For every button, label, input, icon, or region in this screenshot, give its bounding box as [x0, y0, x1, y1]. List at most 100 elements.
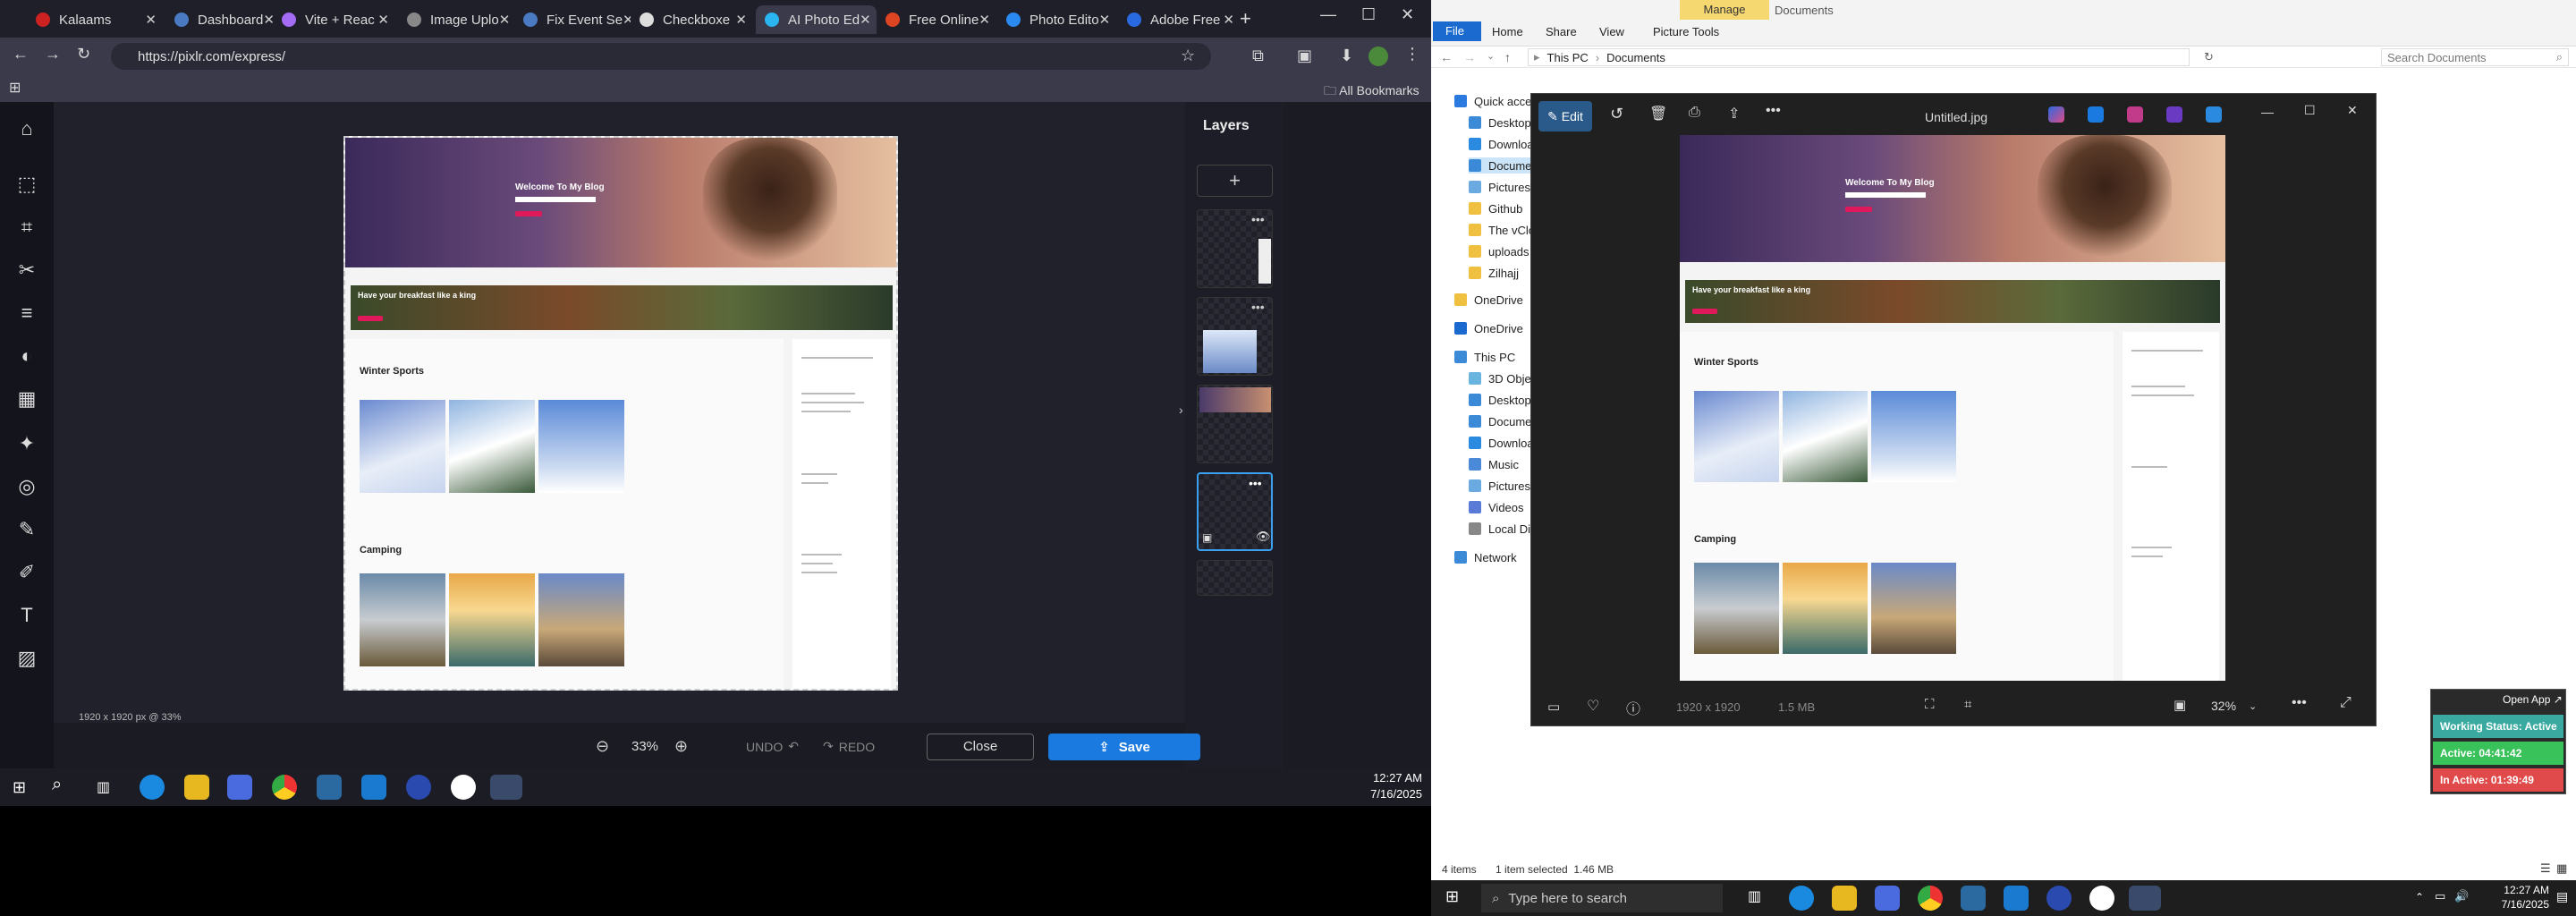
file-explorer-icon[interactable]: [184, 775, 209, 800]
edge-icon[interactable]: [1789, 886, 1814, 911]
layer-more-icon[interactable]: •••: [1251, 300, 1265, 314]
close-button[interactable]: Close: [927, 734, 1034, 760]
tab-checkboxes[interactable]: Checkboxe ✕: [631, 5, 756, 34]
apps-grid-icon[interactable]: ⊞: [9, 79, 21, 97]
tab-kalaams[interactable]: Kalaams ✕: [27, 5, 165, 34]
clipchamp-icon[interactable]: [2127, 106, 2143, 123]
more-options-icon[interactable]: •••: [1766, 103, 1781, 119]
pixlr-taskbar-icon[interactable]: [2129, 886, 2161, 911]
app-icon[interactable]: [2206, 106, 2222, 123]
canvas-image[interactable]: Welcome To My Blog Have your breakfast l…: [343, 136, 898, 691]
tab-fix-event[interactable]: Fix Event Se ✕: [514, 5, 631, 34]
app-icon[interactable]: [1961, 886, 1986, 911]
adjust-tool-icon[interactable]: ≡: [14, 301, 39, 326]
close-icon[interactable]: ✕: [263, 12, 273, 28]
tab-photo-editor[interactable]: Photo Edito ✕: [997, 5, 1118, 34]
volume-icon[interactable]: 🔊: [2454, 889, 2469, 903]
close-icon[interactable]: ✕: [377, 12, 389, 28]
maximize-icon[interactable]: ☐: [1361, 5, 1376, 24]
tray-chevron-icon[interactable]: ⌃: [2415, 891, 2424, 903]
nav-item[interactable]: Zilhajj: [1469, 265, 1519, 281]
tab-ai-photo-editor[interactable]: AI Photo Ed ✕: [756, 5, 877, 34]
file-explorer-icon[interactable]: [1832, 886, 1857, 911]
forward-icon[interactable]: →: [45, 45, 61, 64]
close-icon[interactable]: ✕: [623, 12, 631, 28]
open-app-link[interactable]: Open App ↗: [2503, 693, 2563, 706]
details-view-icon[interactable]: ☰: [2540, 861, 2551, 876]
nav-item[interactable]: Network: [1454, 549, 1517, 565]
add-layer-button[interactable]: +: [1197, 165, 1273, 197]
arrange-tool-icon[interactable]: ⬚: [14, 172, 39, 197]
large-icons-view-icon[interactable]: ▦: [2556, 861, 2567, 876]
breadcrumb-documents[interactable]: Documents: [1606, 51, 1665, 64]
designer-icon[interactable]: [2088, 106, 2104, 123]
app-icon[interactable]: [2166, 106, 2182, 123]
zoom-out-icon[interactable]: ⊖: [596, 737, 609, 756]
rotate-icon[interactable]: ↺: [1610, 105, 1623, 123]
collapse-panel-icon[interactable]: ›: [1179, 403, 1183, 417]
refresh-icon[interactable]: ↻: [2204, 50, 2214, 64]
tab-image-upload[interactable]: Image Uplo ✕: [398, 5, 514, 34]
bookmark-star-icon[interactable]: ☆: [1181, 47, 1195, 65]
nav-item[interactable]: OneDrive: [1454, 292, 1523, 308]
close-icon[interactable]: ✕: [1223, 12, 1234, 28]
layer-thumb-selected[interactable]: ••• ▣ 👁: [1197, 472, 1273, 551]
effect-tool-icon[interactable]: ▦: [14, 386, 39, 411]
back-icon[interactable]: ←: [1440, 50, 1453, 64]
windows-start-icon[interactable]: ⊞: [1445, 887, 1459, 906]
crop-tool-icon[interactable]: ⌗: [14, 215, 39, 240]
nav-item[interactable]: Desktop: [1469, 114, 1531, 131]
nav-item[interactable]: Github: [1469, 200, 1522, 216]
tab-dashboard[interactable]: Dashboard ✕: [165, 5, 273, 34]
tab-vite[interactable]: Vite + Reac ✕: [273, 5, 398, 34]
text-tool-icon[interactable]: T: [14, 603, 39, 628]
layer-thumb[interactable]: [1197, 385, 1273, 463]
zoom-dropdown[interactable]: 32% ⌄: [2211, 699, 2257, 713]
ribbon-tab-view[interactable]: View: [1599, 25, 1624, 38]
nav-item[interactable]: Music: [1469, 456, 1519, 472]
layer-more-icon[interactable]: •••: [1251, 212, 1265, 226]
recent-chevron-icon[interactable]: ⌄: [1487, 50, 1495, 62]
nav-item[interactable]: Videos: [1469, 499, 1524, 515]
taskbar-search-box[interactable]: ⌕ Type here to search: [1481, 884, 1723, 912]
zoom-app-icon[interactable]: [406, 775, 431, 800]
ribbon-tab-file[interactable]: File: [1433, 21, 1481, 41]
app-icon[interactable]: [317, 775, 342, 800]
extensions-icon[interactable]: ⧉: [1252, 47, 1264, 65]
close-window-icon[interactable]: ✕: [1401, 5, 1414, 24]
task-view-icon[interactable]: ▥: [97, 778, 110, 796]
app-icon[interactable]: [451, 775, 476, 800]
save-button[interactable]: ⇪ Save: [1048, 734, 1200, 760]
windows-start-icon[interactable]: ⊞: [13, 778, 26, 797]
nav-item[interactable]: This PC: [1454, 349, 1515, 365]
copilot-icon[interactable]: [2048, 106, 2064, 123]
tab-free-online[interactable]: Free Online ✕: [877, 5, 997, 34]
back-icon[interactable]: ←: [13, 45, 29, 64]
zoom-in-icon[interactable]: ⊕: [674, 737, 688, 756]
chrome-icon[interactable]: [1918, 886, 1943, 911]
search-icon[interactable]: ⌕: [52, 775, 62, 795]
close-icon[interactable]: ✕: [860, 12, 871, 28]
app-icon[interactable]: [2089, 886, 2114, 911]
crop-icon[interactable]: ⌗: [1964, 697, 1971, 712]
liquify-tool-icon[interactable]: ◎: [14, 474, 39, 499]
up-icon[interactable]: ↑: [1504, 50, 1511, 64]
focus-icon[interactable]: ⛶: [1925, 697, 1935, 712]
profile-avatar[interactable]: [1368, 47, 1388, 66]
print-icon[interactable]: ⎙: [1689, 105, 1700, 121]
vscode-icon[interactable]: [2004, 886, 2029, 911]
task-view-icon[interactable]: ▥: [1748, 887, 1761, 905]
filter-tool-icon[interactable]: ◐: [14, 344, 39, 369]
layer-more-icon[interactable]: •••: [1249, 476, 1262, 490]
network-icon[interactable]: ▭: [2435, 889, 2445, 903]
undo-button[interactable]: UNDO ↶: [746, 739, 799, 754]
store-icon[interactable]: [1875, 886, 1900, 911]
all-bookmarks[interactable]: 🗀 All Bookmarks: [1324, 81, 1419, 103]
menu-kebab-icon[interactable]: ⋮: [1404, 45, 1420, 64]
vscode-icon[interactable]: [361, 775, 386, 800]
close-icon[interactable]: ✕: [979, 12, 990, 28]
download-icon[interactable]: ⬇: [1340, 47, 1353, 65]
home-icon[interactable]: ⌂: [14, 116, 39, 141]
ai-tool-icon[interactable]: ✦: [14, 431, 39, 456]
draw-tool-icon[interactable]: ✎: [14, 517, 39, 542]
